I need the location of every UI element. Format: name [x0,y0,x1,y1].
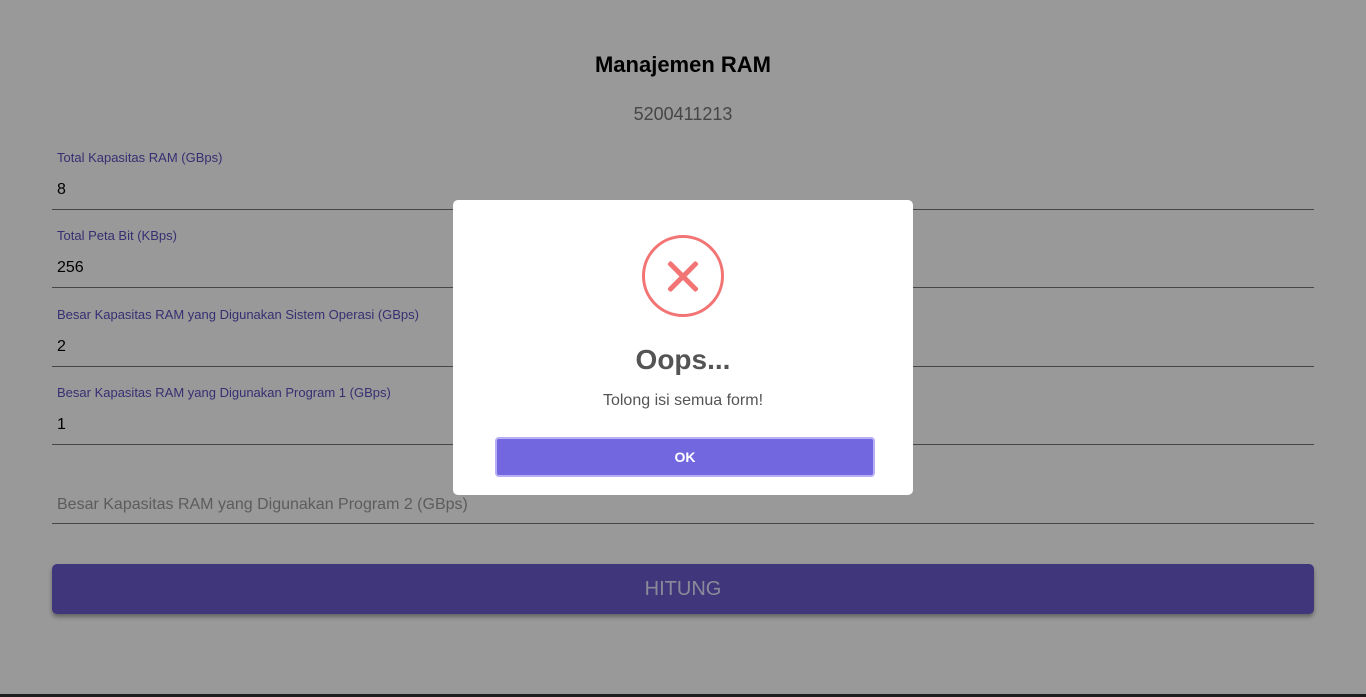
dialog-message: Tolong isi semua form! [602,392,764,409]
error-x-icon [642,235,724,317]
dialog-title: Oops... [635,344,731,375]
ok-button[interactable]: OK [495,437,875,477]
error-dialog: Oops... Tolong isi semua form! OK [453,200,913,495]
